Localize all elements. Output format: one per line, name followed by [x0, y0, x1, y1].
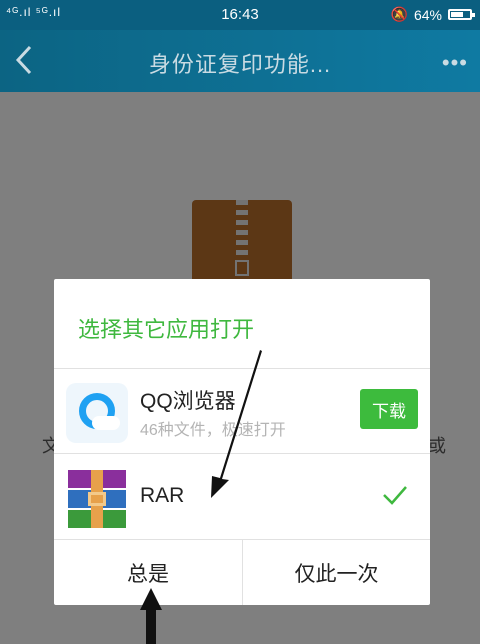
arrow-annotation-pointing-always	[140, 588, 162, 610]
arrow-annotation-shaft-bottom	[146, 608, 156, 644]
arrow-annotation-pointing-rar	[211, 350, 262, 498]
annotation-arrows	[140, 350, 262, 644]
